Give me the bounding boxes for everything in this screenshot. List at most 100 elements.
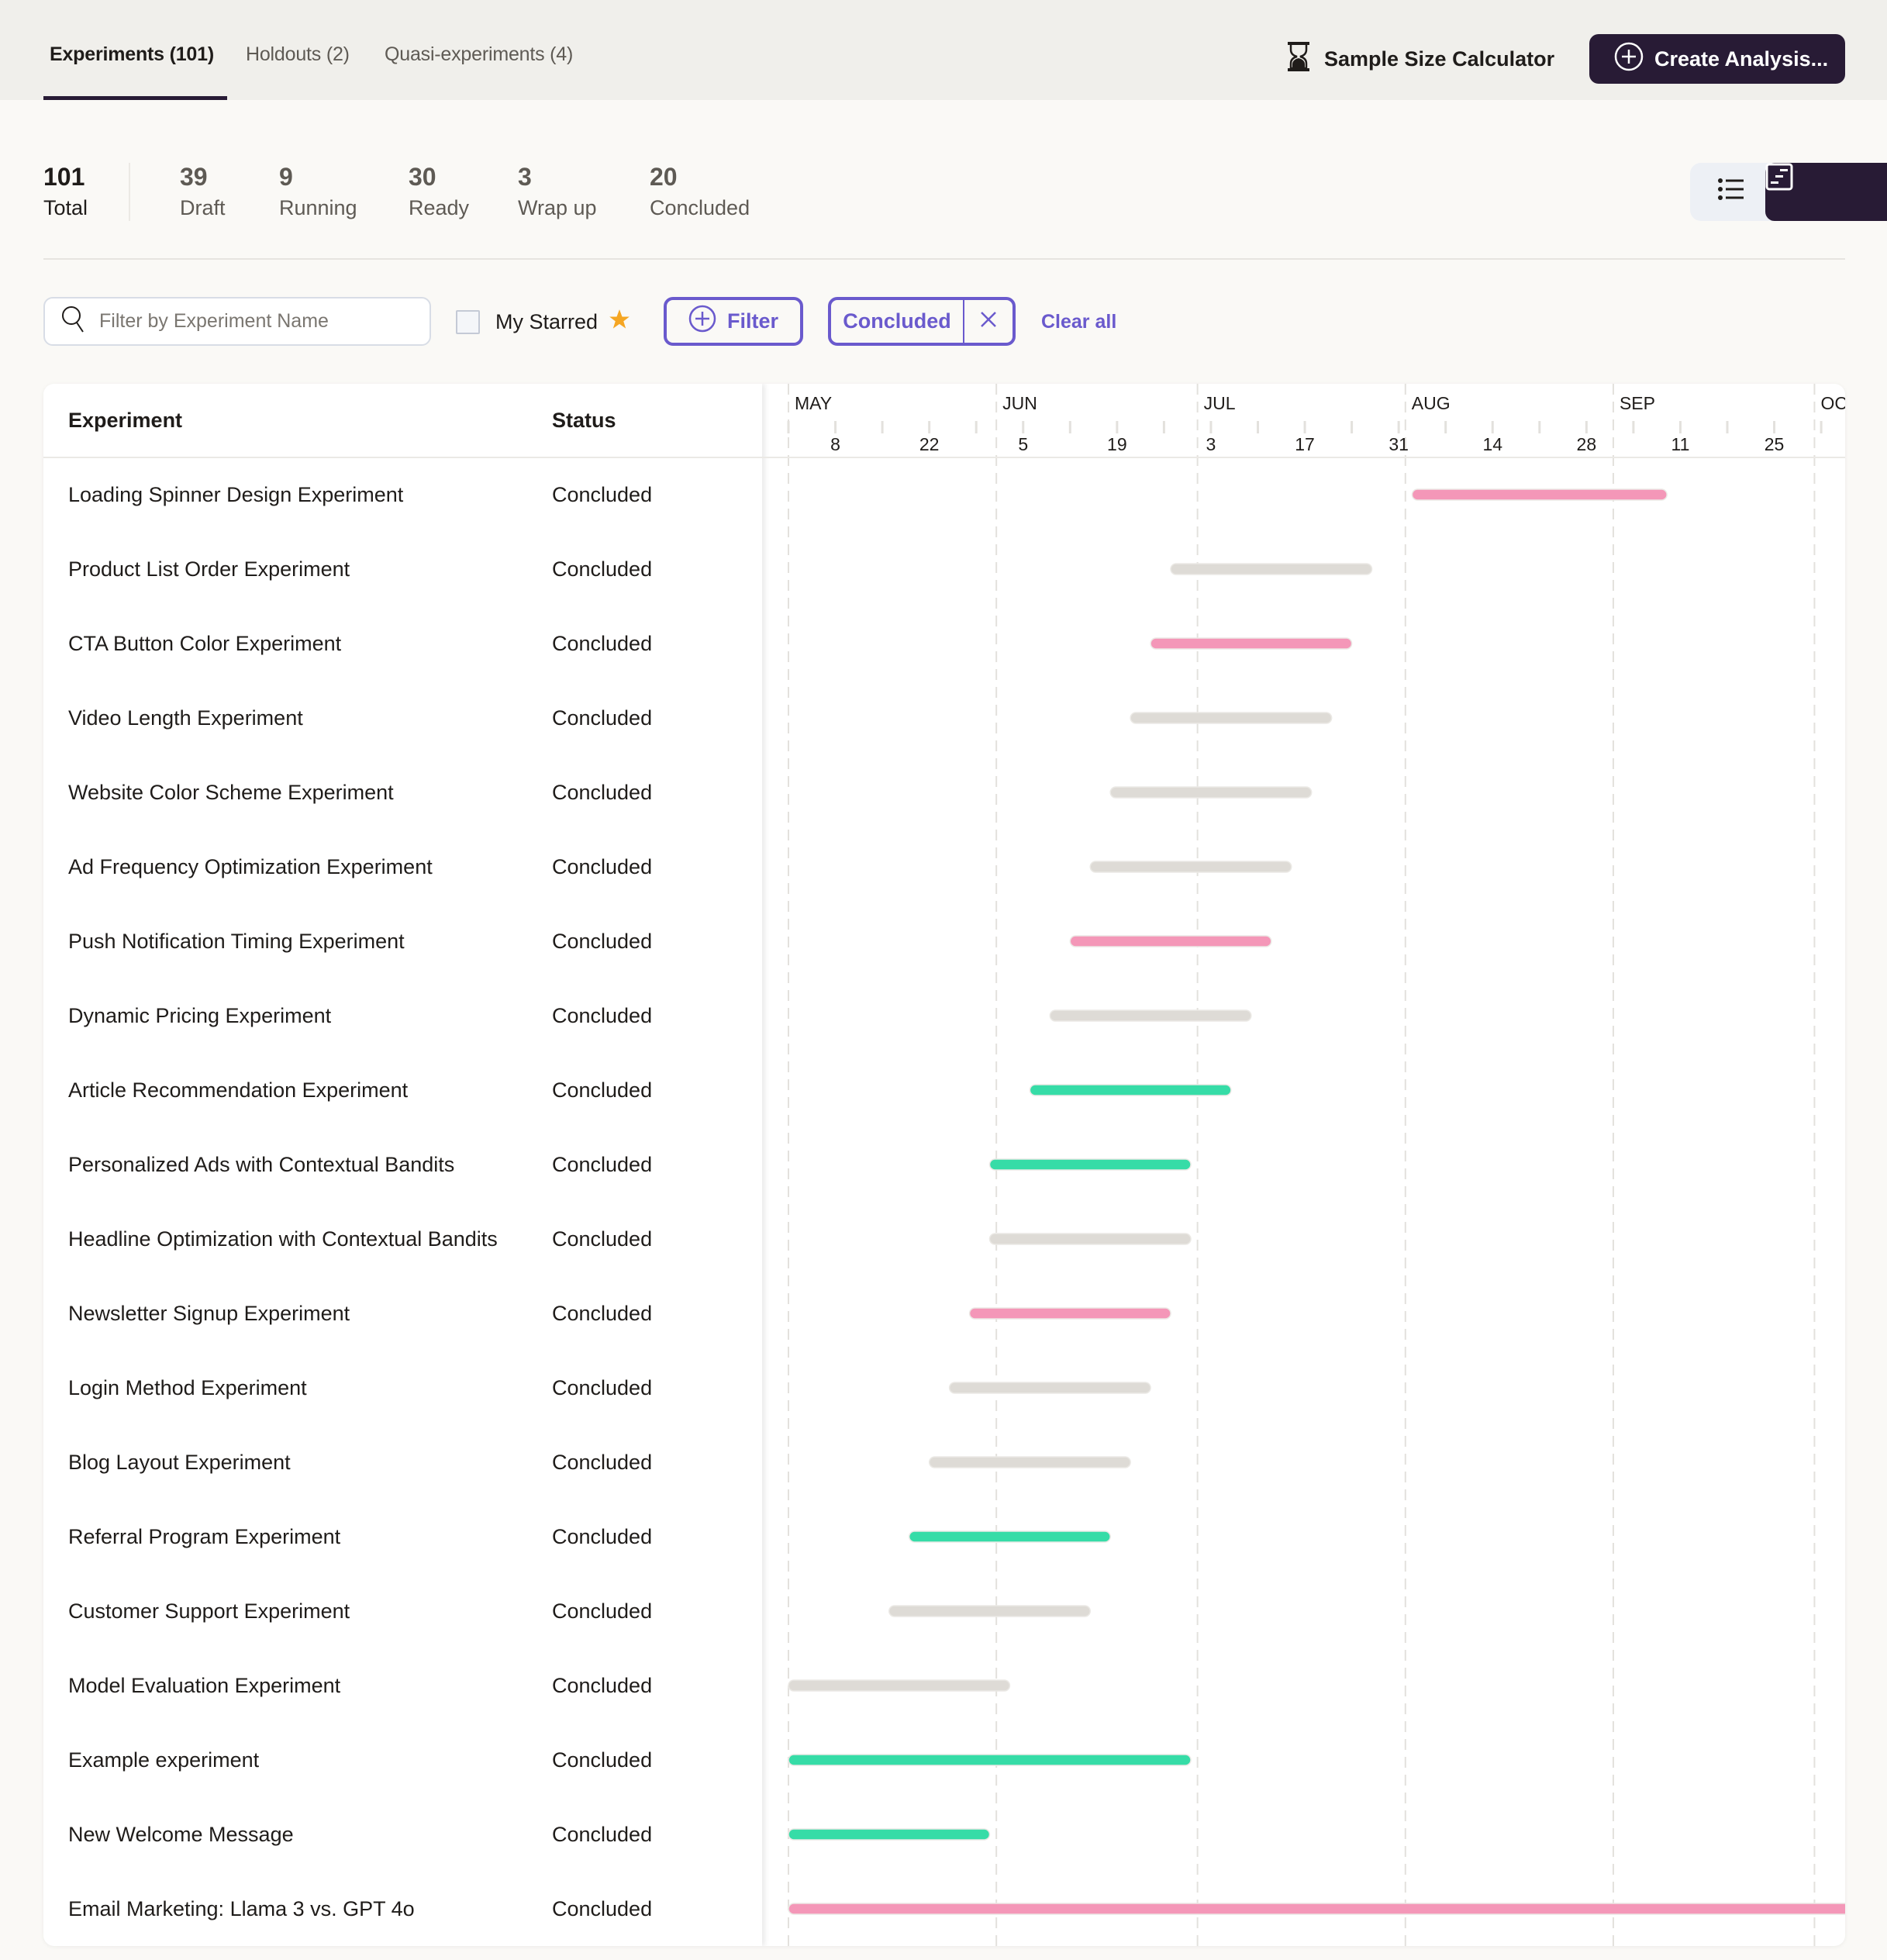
experiment-name[interactable]: Email Marketing: Llama 3 vs. GPT 4o	[68, 1872, 415, 1946]
day-tick-label: 5	[1018, 434, 1028, 454]
gantt-bar	[1089, 861, 1292, 873]
month-label: OC	[1820, 393, 1845, 413]
table-row[interactable]: Push Notification Timing Experiment Concl…	[43, 904, 762, 978]
experiment-name[interactable]: Referral Program Experiment	[68, 1499, 340, 1574]
experiment-name[interactable]: Article Recommendation Experiment	[68, 1053, 408, 1127]
month-label: AUG	[1412, 393, 1451, 413]
plus-circle-icon	[688, 305, 716, 338]
experiment-name[interactable]: Headline Optimization with Contextual Ba…	[68, 1202, 498, 1276]
experiment-status: Concluded	[552, 1153, 653, 1176]
search-input[interactable]	[99, 310, 409, 333]
table-row[interactable]: Blog Layout Experiment Concluded	[43, 1425, 762, 1499]
day-tick-label: 22	[919, 434, 940, 454]
experiment-status: Concluded	[552, 1302, 653, 1325]
remove-filter-button[interactable]	[963, 300, 1012, 343]
table-row[interactable]: Model Evaluation Experiment Concluded	[43, 1648, 762, 1723]
experiment-name[interactable]: New Welcome Message	[68, 1797, 294, 1872]
my-starred-label: My Starred	[495, 309, 599, 333]
experiment-name[interactable]: Customer Support Experiment	[68, 1574, 350, 1648]
experiment-name[interactable]: Model Evaluation Experiment	[68, 1648, 340, 1723]
table-row[interactable]: Website Color Scheme Experiment Concluded	[43, 755, 762, 830]
table-row[interactable]: Customer Support Experiment Concluded	[43, 1574, 762, 1648]
experiment-name[interactable]: Dynamic Pricing Experiment	[68, 978, 331, 1053]
gantt-bar	[888, 1605, 1091, 1617]
table-row[interactable]: Email Marketing: Llama 3 vs. GPT 4o Concl…	[43, 1872, 762, 1946]
stat-divider	[129, 163, 130, 221]
table-row[interactable]: Video Length Experiment Concluded	[43, 681, 762, 755]
tab-quasi-experiments[interactable]: Quasi-experiments (4)	[385, 43, 573, 66]
table-row[interactable]: Article Recommendation Experiment Conclud…	[43, 1053, 762, 1127]
gantt-bar	[788, 1828, 991, 1841]
gantt-bar	[988, 1233, 1192, 1245]
gantt-bar	[1150, 637, 1353, 650]
table-row[interactable]: Login Method Experiment Concluded	[43, 1351, 762, 1425]
stat-ready[interactable]: 30 Ready	[409, 161, 469, 223]
chip-label[interactable]: Concluded	[831, 300, 963, 343]
experiment-status: Concluded	[552, 1078, 653, 1102]
month-label: JUL	[1204, 393, 1236, 413]
stat-total[interactable]: 101 Total	[43, 161, 88, 223]
my-starred-checkbox[interactable]	[456, 309, 480, 334]
experiment-name[interactable]: Personalized Ads with Contextual Bandits	[68, 1127, 454, 1202]
active-filter-chip: Concluded	[828, 297, 1016, 346]
experiment-status: Concluded	[552, 1525, 653, 1548]
gantt-bar	[788, 1679, 1011, 1692]
add-filter-button[interactable]: Filter	[664, 297, 803, 346]
day-tick-label: 19	[1107, 434, 1127, 454]
stat-draft[interactable]: 39 Draft	[180, 161, 226, 223]
experiment-name[interactable]: Login Method Experiment	[68, 1351, 307, 1425]
table-row[interactable]: Dynamic Pricing Experiment Concluded	[43, 978, 762, 1053]
table-row[interactable]: Product List Order Experiment Concluded	[43, 532, 762, 606]
section-divider	[43, 258, 1845, 260]
list-icon	[1717, 177, 1745, 205]
star-icon	[609, 309, 630, 336]
table-row[interactable]: New Welcome Message Concluded	[43, 1797, 762, 1872]
experiment-name[interactable]: Blog Layout Experiment	[68, 1425, 291, 1499]
experiment-name[interactable]: Push Notification Timing Experiment	[68, 904, 405, 978]
gantt-bar	[1069, 935, 1272, 947]
stat-value: 20	[650, 163, 678, 191]
table-row[interactable]: Ad Frequency Optimization Experiment Conc…	[43, 830, 762, 904]
gantt-bar	[1049, 1009, 1252, 1022]
create-analysis-button[interactable]: Create Analysis...	[1589, 34, 1845, 84]
clear-all-link[interactable]: Clear all	[1041, 307, 1116, 336]
experiment-name[interactable]: Example experiment	[68, 1723, 259, 1797]
stat-running[interactable]: 9 Running	[279, 161, 357, 223]
experiment-name[interactable]: Loading Spinner Design Experiment	[68, 457, 403, 532]
experiment-name[interactable]: Website Color Scheme Experiment	[68, 755, 394, 830]
table-row[interactable]: Example experiment Concluded	[43, 1723, 762, 1797]
search-icon	[60, 305, 87, 338]
experiment-status: Concluded	[552, 1227, 653, 1251]
gantt-chart: MAY JUN JUL AUG SEP OC 8 22 5 19 3 17 31 14 28 11 25	[765, 384, 1845, 1946]
tab-holdouts[interactable]: Holdouts (2)	[246, 43, 350, 66]
header-divider	[43, 457, 1845, 458]
experiment-list-panel: Experiment Status Loading Spinner Design…	[43, 384, 762, 1946]
table-row[interactable]: Referral Program Experiment Concluded	[43, 1499, 762, 1574]
experiment-name[interactable]: Newsletter Signup Experiment	[68, 1276, 350, 1351]
gantt-view-button[interactable]	[1765, 163, 1887, 221]
filter-label: Filter	[726, 309, 778, 333]
my-starred-toggle: My Starred	[456, 307, 630, 336]
list-view-button[interactable]	[1693, 166, 1768, 216]
day-tick-label: 25	[1765, 434, 1785, 454]
experiment-name[interactable]: Product List Order Experiment	[68, 532, 350, 606]
sample-size-calculator-button[interactable]: Sample Size Calculator	[1287, 39, 1554, 79]
experiment-name[interactable]: CTA Button Color Experiment	[68, 606, 341, 681]
tab-experiments[interactable]: Experiments (101)	[50, 43, 214, 66]
experiment-name[interactable]: Ad Frequency Optimization Experiment	[68, 830, 433, 904]
experiment-status: Concluded	[552, 557, 653, 581]
gantt-bar	[1170, 563, 1373, 575]
table-row[interactable]: Loading Spinner Design Experiment Conclud…	[43, 457, 762, 532]
top-bar: Experiments (101) Holdouts (2) Quasi-exp…	[0, 0, 1887, 100]
stat-concluded[interactable]: 20 Concluded	[650, 161, 750, 223]
experiment-name[interactable]: Video Length Experiment	[68, 681, 303, 755]
table-row[interactable]: Personalized Ads with Contextual Bandits…	[43, 1127, 762, 1202]
stat-wrap-up[interactable]: 3 Wrap up	[518, 161, 597, 223]
table-row[interactable]: Headline Optimization with Contextual Ba…	[43, 1202, 762, 1276]
table-row[interactable]: CTA Button Color Experiment Concluded	[43, 606, 762, 681]
gantt-svg: MAY JUN JUL AUG SEP OC 8 22 5 19 3 17 31 14 28 11 25	[787, 384, 1845, 1946]
column-header-status[interactable]: Status	[552, 384, 616, 457]
gantt-bar	[788, 1903, 1845, 1915]
table-row[interactable]: Newsletter Signup Experiment Concluded	[43, 1276, 762, 1351]
column-header-experiment[interactable]: Experiment	[68, 384, 182, 457]
